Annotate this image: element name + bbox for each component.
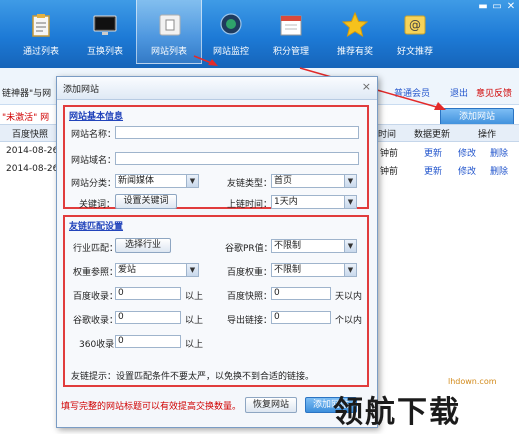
add-site-dialog: 添加网站 × 网站基本信息 网站名称： 网站域名： 网站分类： 新闻媒体 ▼ 友… — [56, 76, 378, 428]
category-label: 网站分类： — [71, 179, 117, 189]
so360-input[interactable]: 0 — [115, 335, 181, 348]
so360-suffix: 以上 — [185, 340, 204, 350]
link-time-label: 上链时间： — [227, 200, 273, 210]
link-time-select[interactable]: 1天内 ▼ — [271, 195, 357, 209]
site-domain-input[interactable] — [115, 152, 359, 165]
google-pr-label: 谷歌PR值： — [225, 244, 273, 254]
set-keywords-button[interactable]: 设置关键词 — [115, 194, 177, 209]
reset-site-button[interactable]: 恢复网站 — [245, 397, 297, 413]
industry-label: 行业匹配： — [73, 244, 119, 254]
chevron-down-icon: ▼ — [344, 196, 356, 208]
section-title-match: 友链匹配设置 — [69, 222, 124, 232]
watermark-text: 领航下载 — [333, 395, 461, 430]
outlinks-input[interactable]: 0 — [271, 311, 331, 324]
link-time-value: 1天内 — [274, 197, 298, 207]
google-index-input[interactable]: 0 — [115, 311, 181, 324]
site-domain-label: 网站域名： — [71, 156, 117, 166]
link-match-section: 友链匹配设置 行业匹配： 选择行业 谷歌PR值： 不限制 ▼ 权重参照： 爱站 … — [63, 215, 369, 387]
site-name-input[interactable] — [115, 126, 359, 139]
link-type-value: 首页 — [274, 176, 293, 186]
chevron-down-icon: ▼ — [344, 175, 356, 187]
section-title-basic: 网站基本信息 — [69, 112, 124, 122]
baidu-weight-label: 百度权重： — [227, 268, 273, 278]
chevron-down-icon: ▼ — [186, 264, 198, 276]
baidu-weight-value: 不限制 — [274, 265, 302, 275]
baidu-index-input[interactable]: 0 — [115, 287, 181, 300]
match-tip-text: 友链提示：设置匹配条件不要太严，以免换不到合适的链接。 — [71, 372, 315, 382]
baidu-snap-input[interactable]: 0 — [271, 287, 331, 300]
google-pr-value: 不限制 — [274, 241, 302, 251]
link-type-select[interactable]: 首页 ▼ — [271, 174, 357, 188]
chevron-down-icon: ▼ — [344, 264, 356, 276]
weight-ref-label: 权重参照： — [73, 268, 119, 278]
chevron-down-icon: ▼ — [344, 240, 356, 252]
keyword-label: 关键词： — [79, 200, 116, 210]
category-select[interactable]: 新闻媒体 ▼ — [115, 174, 199, 188]
footer-note: 填写完整的网站标题可以有效提高交换数量。 — [61, 402, 242, 412]
baidu-snap-label: 百度快照： — [227, 292, 273, 302]
weight-ref-select[interactable]: 爱站 ▼ — [115, 263, 199, 277]
link-type-label: 友链类型： — [227, 179, 273, 189]
watermark-url: lhdown.com — [448, 377, 497, 386]
outlinks-suffix: 个以内 — [335, 316, 363, 326]
weight-ref-value: 爱站 — [118, 265, 137, 275]
baidu-weight-select[interactable]: 不限制 ▼ — [271, 263, 357, 277]
dialog-title: 添加网站 — [63, 85, 100, 95]
chevron-down-icon: ▼ — [186, 175, 198, 187]
category-value: 新闻媒体 — [118, 176, 155, 186]
baidu-index-label: 百度收录： — [73, 292, 119, 302]
outlinks-label: 导出链接： — [227, 316, 273, 326]
site-name-label: 网站名称： — [71, 130, 117, 140]
google-pr-select[interactable]: 不限制 ▼ — [271, 239, 357, 253]
close-icon[interactable]: × — [362, 80, 371, 93]
baidu-index-suffix: 以上 — [185, 292, 204, 302]
baidu-snap-suffix: 天以内 — [335, 292, 363, 302]
google-index-suffix: 以上 — [185, 316, 204, 326]
basic-info-section: 网站基本信息 网站名称： 网站域名： 网站分类： 新闻媒体 ▼ 友链类型： 首页… — [63, 105, 369, 210]
dialog-title-bar: 添加网站 × — [57, 77, 377, 100]
select-industry-button[interactable]: 选择行业 — [115, 238, 171, 253]
arrow-head — [434, 102, 446, 110]
google-index-label: 谷歌收录： — [73, 316, 119, 326]
